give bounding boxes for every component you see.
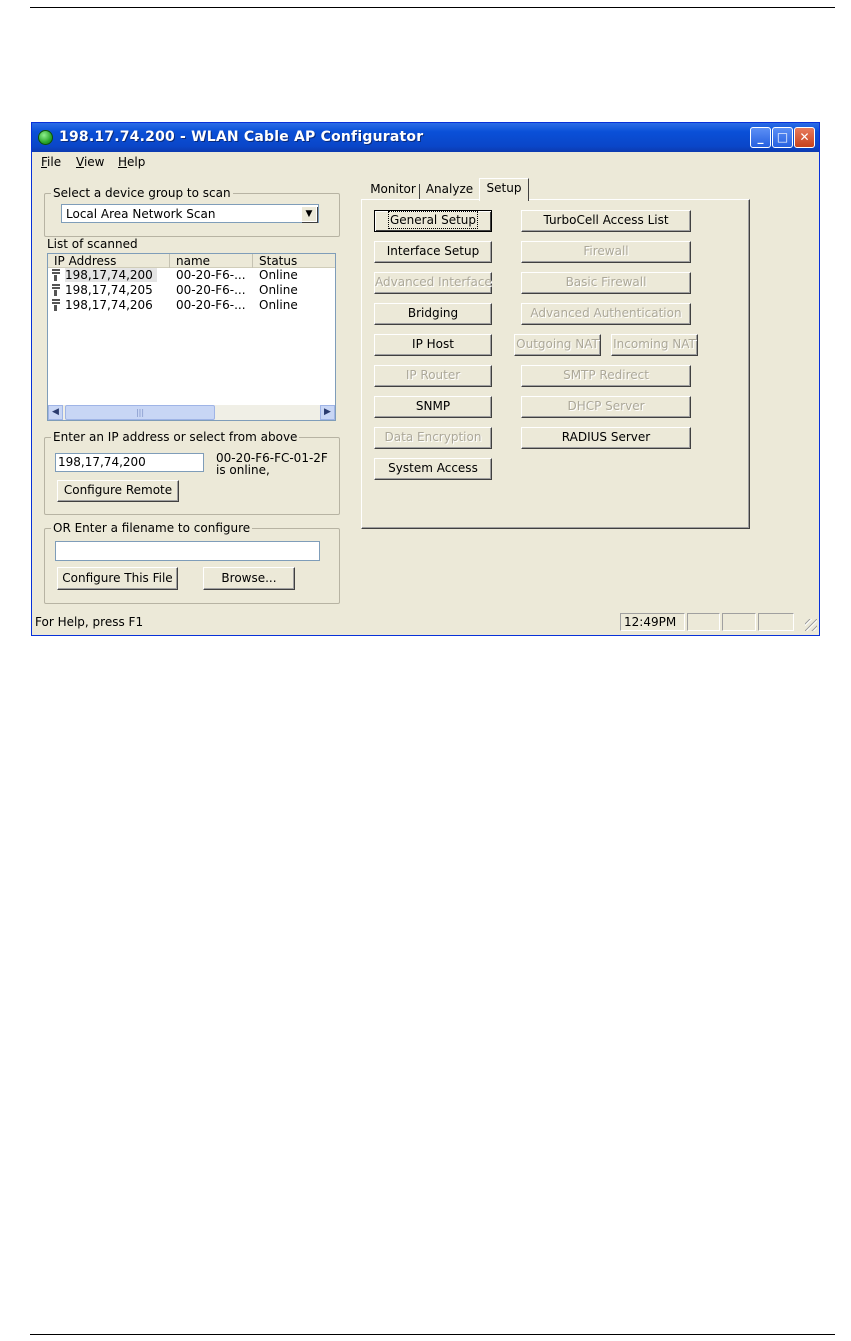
resize-grip-icon[interactable] — [805, 619, 817, 631]
table-row[interactable]: 198,17,74,200 00-20-F6-... Online — [48, 268, 335, 283]
browse-button[interactable]: Browse... — [203, 567, 295, 590]
device-icon — [51, 284, 61, 296]
general-setup-button[interactable]: General Setup — [374, 210, 492, 232]
interface-setup-button[interactable]: Interface Setup — [374, 241, 492, 263]
menu-view-rest: iew — [83, 155, 105, 169]
menu-file-rest: ile — [47, 155, 62, 169]
chevron-down-icon[interactable]: ▼ — [301, 206, 317, 222]
globe-icon — [38, 130, 53, 145]
device-group-value: Local Area Network Scan — [66, 207, 216, 221]
minimize-button[interactable]: _ — [750, 127, 771, 148]
list-label: List of scanned — [47, 237, 138, 251]
column-ip-address[interactable]: IP Address — [48, 254, 170, 268]
dhcp-server-button: DHCP Server — [521, 396, 691, 418]
snmp-button[interactable]: SNMP — [374, 396, 492, 418]
ip-group-legend: Enter an IP address or select from above — [51, 430, 300, 444]
filename-input[interactable] — [55, 541, 320, 561]
basic-firewall-button: Basic Firewall — [521, 272, 691, 294]
ip-host-button[interactable]: IP Host — [374, 334, 492, 356]
tab-divider — [419, 184, 420, 199]
menu-help-rest: elp — [127, 155, 146, 169]
menu-file[interactable]: File — [41, 155, 61, 169]
scroll-left-icon[interactable]: ◀ — [48, 405, 63, 420]
status-help-text: For Help, press F1 — [35, 615, 144, 629]
tab-monitor[interactable]: Monitor — [368, 181, 418, 200]
window-title: 198.17.74.200 - WLAN Cable AP Configurat… — [59, 129, 424, 145]
device-group-select[interactable]: Local Area Network Scan ▼ — [61, 204, 319, 223]
close-button[interactable]: ✕ — [794, 127, 815, 148]
status-pane-1 — [687, 613, 720, 631]
file-group-legend: OR Enter a filename to configure — [51, 521, 253, 535]
menu-bar: File View Help — [32, 152, 819, 172]
menu-help-accel: H — [118, 155, 128, 169]
turbocell-access-list-button[interactable]: TurboCell Access List — [521, 210, 691, 232]
scroll-thumb[interactable]: ||| — [65, 405, 215, 420]
page-top-rule — [30, 7, 835, 8]
scanned-device-list[interactable]: IP Address name Status 198,17,74,200 00-… — [47, 253, 336, 421]
smtp-redirect-button: SMTP Redirect — [521, 365, 691, 387]
row-ip: 198,17,74,206 — [65, 298, 153, 312]
status-bar: For Help, press F1 12:49PM — [32, 611, 819, 633]
row-name: 00-20-F6-... — [176, 268, 246, 282]
tab-analyze[interactable]: Analyze — [421, 181, 478, 200]
maximize-button[interactable]: □ — [772, 127, 793, 148]
status-time: 12:49PM — [620, 613, 685, 631]
row-name: 00-20-F6-... — [176, 283, 246, 297]
configure-file-button[interactable]: Configure This File — [57, 567, 178, 590]
setup-panel: General Setup Interface Setup Advanced I… — [361, 199, 750, 529]
advanced-interface-button: Advanced Interface — [374, 272, 492, 294]
device-icon — [51, 299, 61, 311]
radius-server-button[interactable]: RADIUS Server — [521, 427, 691, 449]
scan-group-legend: Select a device group to scan — [51, 186, 233, 200]
ip-router-button: IP Router — [374, 365, 492, 387]
row-status: Online — [259, 283, 298, 297]
list-header: IP Address name Status — [48, 254, 335, 268]
device-icon — [51, 269, 61, 281]
horizontal-scrollbar[interactable]: ◀ ||| ▶ — [48, 405, 335, 420]
menu-help[interactable]: Help — [118, 155, 145, 169]
data-encryption-button: Data Encryption — [374, 427, 492, 449]
row-status: Online — [259, 268, 298, 282]
tab-setup[interactable]: Setup — [479, 178, 529, 201]
status-pane-3 — [758, 613, 794, 631]
table-row[interactable]: 198,17,74,205 00-20-F6-... Online — [48, 283, 335, 298]
page-bottom-rule — [30, 1334, 835, 1335]
row-status: Online — [259, 298, 298, 312]
outgoing-nat-button: Outgoing NAT — [514, 334, 601, 356]
status-pane-2 — [722, 613, 756, 631]
ip-group: Enter an IP address or select from above — [44, 430, 340, 515]
advanced-authentication-button: Advanced Authentication — [521, 303, 691, 325]
row-ip: 198,17,74,205 — [65, 283, 153, 297]
device-status-text: is online, — [216, 463, 270, 477]
column-status[interactable]: Status — [253, 254, 335, 268]
table-row[interactable]: 198,17,74,206 00-20-F6-... Online — [48, 298, 335, 313]
column-name[interactable]: name — [170, 254, 253, 268]
row-name: 00-20-F6-... — [176, 298, 246, 312]
configure-remote-button[interactable]: Configure Remote — [57, 480, 179, 502]
system-access-button[interactable]: System Access — [374, 458, 492, 480]
bridging-button[interactable]: Bridging — [374, 303, 492, 325]
menu-view[interactable]: View — [76, 155, 104, 169]
scroll-right-icon[interactable]: ▶ — [320, 405, 335, 420]
file-group: OR Enter a filename to configure — [44, 521, 340, 604]
ip-address-input[interactable]: 198,17,74,200 — [55, 453, 204, 472]
firewall-button: Firewall — [521, 241, 691, 263]
row-ip: 198,17,74,200 — [65, 268, 157, 282]
configurator-window: 198.17.74.200 - WLAN Cable AP Configurat… — [32, 123, 819, 635]
menu-view-accel: V — [76, 155, 84, 169]
general-setup-label: General Setup — [387, 211, 479, 229]
title-bar[interactable]: 198.17.74.200 - WLAN Cable AP Configurat… — [32, 123, 819, 152]
incoming-nat-button: Incoming NAT — [611, 334, 698, 356]
